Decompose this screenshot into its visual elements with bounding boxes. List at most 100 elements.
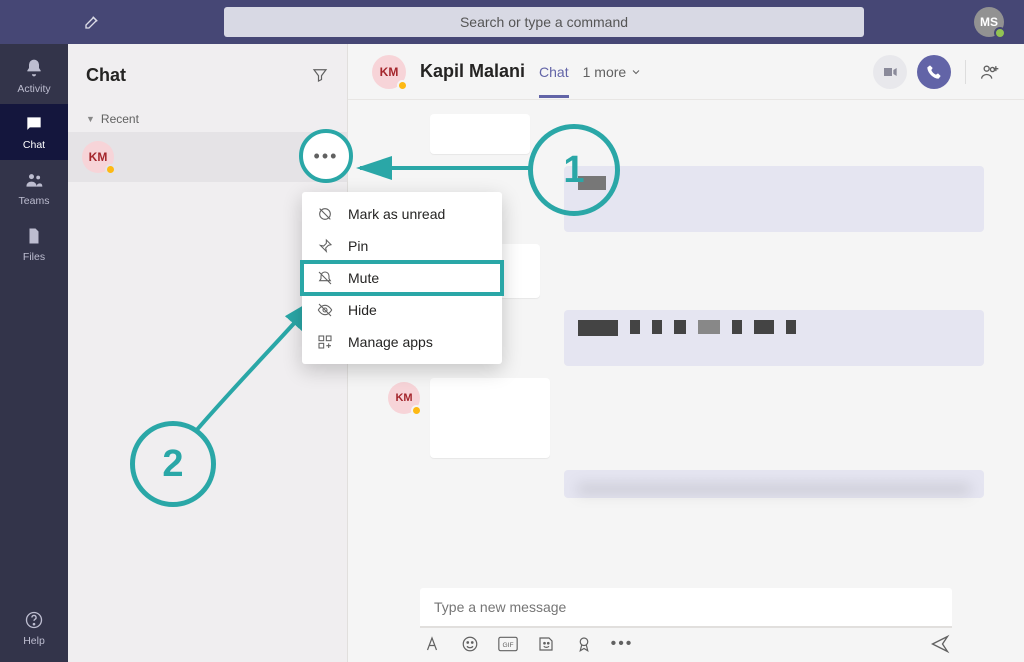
message-bubble[interactable] xyxy=(564,166,984,232)
gif-button[interactable]: GIF xyxy=(498,634,518,654)
caret-down-icon: ▼ xyxy=(86,114,95,124)
chat-list-header: Chat xyxy=(68,44,347,106)
rail-activity[interactable]: Activity xyxy=(0,48,68,104)
ctx-manage-apps[interactable]: Manage apps xyxy=(302,326,502,358)
tab-chat[interactable]: Chat xyxy=(539,64,569,80)
annotation-step-1: 1 xyxy=(528,124,620,216)
tabs-more[interactable]: 1 more xyxy=(583,64,643,80)
presence-available-icon xyxy=(994,27,1006,39)
new-chat-button[interactable] xyxy=(80,10,104,34)
ctx-mute[interactable]: Mute xyxy=(302,262,502,294)
pin-icon xyxy=(316,238,334,254)
presence-away-icon xyxy=(411,405,422,416)
rail-teams[interactable]: Teams xyxy=(0,160,68,216)
annotation-2-label: 2 xyxy=(162,443,183,486)
top-bar: MS xyxy=(0,0,1024,44)
header-avatar[interactable]: KM xyxy=(372,55,406,89)
rail-teams-label: Teams xyxy=(19,195,50,207)
rail-files[interactable]: Files xyxy=(0,216,68,272)
ctx-manage-apps-label: Manage apps xyxy=(348,334,433,350)
rail-chat-label: Chat xyxy=(23,139,45,151)
praise-button[interactable] xyxy=(574,634,594,654)
message-input[interactable] xyxy=(420,588,952,628)
emoji-button[interactable] xyxy=(460,634,480,654)
chat-header: KM Kapil Malani Chat 1 more xyxy=(348,44,1024,100)
chat-list-item[interactable]: KM ••• xyxy=(68,132,347,182)
message-row-incoming: KM xyxy=(388,378,984,458)
format-button[interactable] xyxy=(422,634,442,654)
presence-away-icon xyxy=(105,164,116,175)
chevron-down-icon xyxy=(630,66,642,78)
message-bubble[interactable]: xxxxxxxxxxxxxxxxxxxxxxxxxxxxxxxxxxxxxxxx… xyxy=(564,470,984,498)
compose-area: GIF ••• xyxy=(348,574,1024,662)
help-icon xyxy=(23,609,45,631)
video-call-button[interactable] xyxy=(873,55,907,89)
svg-text:GIF: GIF xyxy=(502,642,513,649)
tabs-more-label: 1 more xyxy=(583,64,627,80)
search-container xyxy=(134,7,954,37)
emoji-icon xyxy=(461,635,479,653)
apps-icon xyxy=(316,334,334,350)
contact-initials: KM xyxy=(89,150,108,164)
sticker-icon xyxy=(537,635,555,653)
rail-activity-label: Activity xyxy=(17,83,50,95)
filter-icon xyxy=(311,66,329,84)
bell-icon xyxy=(23,57,45,79)
rail-help-label: Help xyxy=(23,635,45,647)
message-row-incoming xyxy=(388,114,984,154)
add-people-button[interactable] xyxy=(980,62,1000,82)
redacted-content xyxy=(578,320,970,336)
presence-away-icon xyxy=(397,80,408,91)
redacted-content: xxxxxxxxxxxxxxxxxxxxxxxxxxxxxxxxxxxxxxxx… xyxy=(578,480,970,496)
ctx-hide-label: Hide xyxy=(348,302,377,318)
sticker-button[interactable] xyxy=(536,634,556,654)
compose-icon xyxy=(83,13,101,31)
header-avatar-initials: KM xyxy=(380,65,399,79)
files-icon xyxy=(23,225,45,247)
video-icon xyxy=(882,64,898,80)
unread-icon xyxy=(316,206,334,222)
rail-help[interactable]: Help xyxy=(0,600,68,656)
ctx-pin[interactable]: Pin xyxy=(302,230,502,262)
more-icon: ••• xyxy=(611,635,634,653)
search-input[interactable] xyxy=(224,7,864,37)
filter-button[interactable] xyxy=(311,66,329,84)
chat-item-more-button[interactable]: ••• xyxy=(299,129,353,183)
section-recent-label: Recent xyxy=(101,112,139,126)
me-avatar[interactable]: MS xyxy=(974,7,1004,37)
section-recent[interactable]: ▼ Recent xyxy=(68,106,347,132)
annotation-step-2: 2 xyxy=(130,421,216,507)
ctx-mark-unread[interactable]: Mark as unread xyxy=(302,198,502,230)
chat-context-menu: Mark as unread Pin Mute Hide Manage apps xyxy=(302,192,502,364)
app-rail: Activity Chat Teams Files Help xyxy=(0,44,68,662)
rail-chat[interactable]: Chat xyxy=(0,104,68,160)
more-compose-button[interactable]: ••• xyxy=(612,634,632,654)
message-row-outgoing: xxxxxxxxxxxxxxxxxxxxxxxxxxxxxxxxxxxxxxxx… xyxy=(388,470,984,498)
message-bubble[interactable] xyxy=(564,310,984,366)
ctx-pin-label: Pin xyxy=(348,238,368,254)
chat-title: Kapil Malani xyxy=(420,61,525,82)
send-button[interactable] xyxy=(930,634,950,654)
ctx-mark-unread-label: Mark as unread xyxy=(348,206,445,222)
message-bubble[interactable] xyxy=(430,378,550,458)
message-avatar: KM xyxy=(388,382,420,414)
message-avatar-initials: KM xyxy=(395,392,412,404)
ctx-mute-label: Mute xyxy=(348,270,379,286)
redacted-content xyxy=(578,176,970,190)
rail-files-label: Files xyxy=(23,251,45,263)
format-icon xyxy=(423,635,441,653)
audio-call-button[interactable] xyxy=(917,55,951,89)
hide-icon xyxy=(316,302,334,318)
teams-icon xyxy=(23,169,45,191)
chat-list-title: Chat xyxy=(86,65,126,86)
gif-icon: GIF xyxy=(498,636,518,652)
contact-avatar: KM xyxy=(82,141,114,173)
ctx-hide[interactable]: Hide xyxy=(302,294,502,326)
badge-icon xyxy=(575,635,593,653)
compose-toolbar: GIF ••• xyxy=(420,628,952,654)
message-bubble[interactable] xyxy=(430,114,530,154)
people-add-icon xyxy=(980,62,1000,82)
chat-icon xyxy=(23,113,45,135)
annotation-1-label: 1 xyxy=(563,149,584,192)
mute-icon xyxy=(316,270,334,286)
